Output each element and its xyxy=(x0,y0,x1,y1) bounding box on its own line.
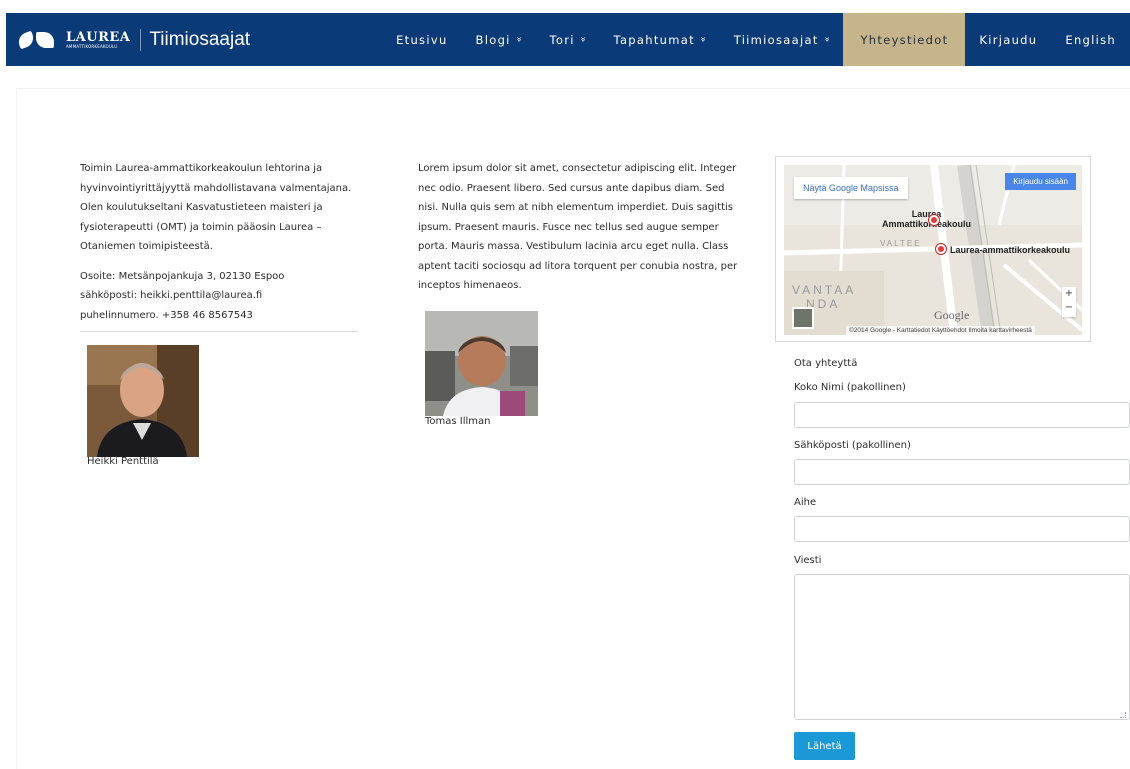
subject-field[interactable] xyxy=(794,516,1130,542)
menu-item-label: Tori xyxy=(549,32,575,47)
brand-divider xyxy=(140,28,142,51)
top-bar: LAUREA AMMATTIKORKEAKOULU Tiimiosaajat E… xyxy=(0,0,1130,66)
map-label-vantaa-line1: VANTAA xyxy=(792,283,857,297)
map-pin-icon[interactable] xyxy=(929,215,939,225)
map-label-laurea-line2: Ammattikorkeakoulu xyxy=(882,219,972,229)
map-pin-icon[interactable] xyxy=(936,244,946,254)
map-label-valtee: VALTEE xyxy=(880,239,922,248)
phone-text: puhelinnumero. +358 46 8567543 xyxy=(80,309,253,321)
logo-wordmark: LAUREA AMMATTIKORKEAKOULU xyxy=(66,31,130,49)
email-field[interactable] xyxy=(794,459,1130,485)
name-label: Koko Nimi (pakollinen) xyxy=(794,382,906,393)
map-frame: Näytä Google Mapsissa Kirjaudu sisään La… xyxy=(775,156,1091,342)
menu-item-label: Tapahtumat xyxy=(613,32,695,47)
menu-item-label: English xyxy=(1065,32,1116,47)
main-menu: Etusivu Blogi » Tori » Tapahtumat » Tiim… xyxy=(382,13,1130,66)
zoom-out-icon[interactable]: − xyxy=(1062,301,1076,315)
person-photo-heikki xyxy=(87,345,199,457)
map-label-laurea: Laurea Ammattikorkeakoulu xyxy=(882,209,971,229)
contact-column-2: Lorem ipsum dolor sit amet, consectetur … xyxy=(418,159,738,296)
menu-item-tori[interactable]: Tori » xyxy=(535,13,599,66)
menu-item-label: Etusivu xyxy=(396,32,448,47)
site-brand[interactable]: LAUREA AMMATTIKORKEAKOULU Tiimiosaajat xyxy=(14,13,250,66)
menu-item-tapahtumat[interactable]: Tapahtumat » xyxy=(600,13,720,66)
menu-item-blogi[interactable]: Blogi » xyxy=(462,13,536,66)
menu-item-yhteystiedot[interactable]: Yhteystiedot xyxy=(843,13,966,66)
form-title: Ota yhteyttä xyxy=(794,358,858,369)
map-zoom-control: + − xyxy=(1062,287,1076,317)
view-larger-map-button[interactable]: Näytä Google Mapsissa xyxy=(794,177,908,199)
menu-item-etusivu[interactable]: Etusivu xyxy=(382,13,461,66)
address-text: Osoite: Metsänpojankuja 3, 02130 Espoo xyxy=(80,270,285,282)
email-text[interactable]: sähköposti: heikki.penttila@laurea.fi xyxy=(80,286,360,306)
laurea-logo-icon xyxy=(14,29,60,51)
person-photo-tomas xyxy=(425,311,538,416)
logo-text: LAUREA xyxy=(66,29,131,45)
subject-label: Aihe xyxy=(794,497,817,508)
chevron-down-icon: » xyxy=(821,36,832,43)
chevron-down-icon: » xyxy=(697,36,708,43)
map-sign-in-button[interactable]: Kirjaudu sisään xyxy=(1005,173,1076,190)
chevron-down-icon: » xyxy=(577,36,588,43)
navigation-bar: LAUREA AMMATTIKORKEAKOULU Tiimiosaajat E… xyxy=(6,13,1130,66)
message-label: Viesti xyxy=(794,555,822,566)
chevron-down-icon: » xyxy=(513,36,524,43)
map-footer[interactable]: ©2014 Google - Karttatiedot Käyttöehdot … xyxy=(846,326,1035,335)
menu-item-label: Tiimiosaajat xyxy=(733,32,819,47)
satellite-toggle-icon[interactable] xyxy=(792,307,814,329)
message-field[interactable] xyxy=(794,574,1130,720)
person-name-tomas: Tomas Illman xyxy=(425,416,491,427)
menu-item-kirjaudu[interactable]: Kirjaudu xyxy=(965,13,1051,66)
google-map[interactable]: Näytä Google Mapsissa Kirjaudu sisään La… xyxy=(784,165,1082,335)
bio-text: Toimin Laurea-ammattikorkeakoulun lehtor… xyxy=(80,163,352,252)
menu-item-label: Yhteystiedot xyxy=(860,32,949,47)
menu-item-tiimiosaajat[interactable]: Tiimiosaajat » xyxy=(720,13,844,66)
site-title: Tiimiosaajat xyxy=(149,28,251,50)
name-field[interactable] xyxy=(794,402,1130,428)
menu-item-label: Blogi xyxy=(475,32,511,47)
menu-item-english[interactable]: English xyxy=(1051,13,1130,66)
email-label: Sähköposti (pakollinen) xyxy=(794,440,911,451)
menu-item-label: Kirjaudu xyxy=(979,32,1038,47)
google-logo: Google xyxy=(934,308,970,322)
zoom-in-icon[interactable]: + xyxy=(1062,287,1076,301)
person-name-heikki: Heikki Penttilä xyxy=(87,456,159,467)
contact-info: Osoite: Metsänpojankuja 3, 02130 Espoo s… xyxy=(80,267,360,326)
resize-handle-icon[interactable] xyxy=(1120,712,1126,718)
contact-column-1: Toimin Laurea-ammattikorkeakoulun lehtor… xyxy=(80,159,360,332)
submit-button[interactable]: Lähetä xyxy=(794,732,855,760)
map-label-laurea-amk: Laurea-ammattikorkeakoulu xyxy=(950,245,1071,255)
map-label-laurea-line1: Laurea xyxy=(911,209,942,219)
divider xyxy=(80,331,358,332)
lorem-text: Lorem ipsum dolor sit amet, consectetur … xyxy=(418,163,738,291)
